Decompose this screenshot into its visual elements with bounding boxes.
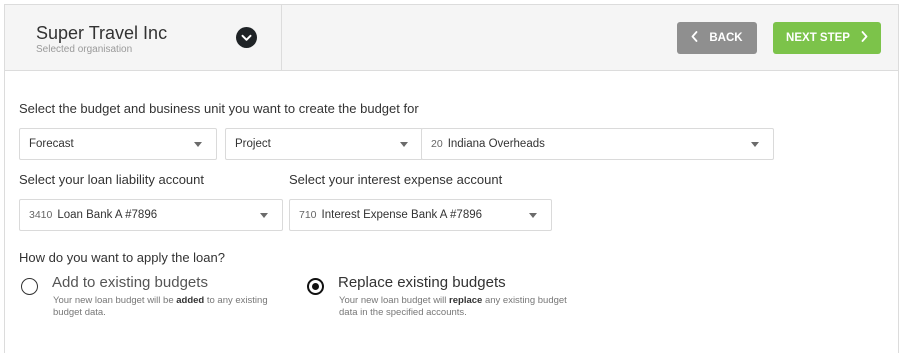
radio-replace-existing[interactable]	[307, 278, 324, 295]
chevron-down-icon[interactable]	[236, 27, 257, 48]
organisation-subtitle: Selected organisation	[36, 44, 133, 55]
unit-type-value: Project	[235, 138, 271, 150]
back-button[interactable]: BACK	[677, 22, 757, 54]
caret-down-icon	[529, 213, 537, 218]
loan-account-select[interactable]: 3410 Loan Bank A #7896	[19, 199, 283, 231]
organisation-selector[interactable]: Super Travel Inc Selected organisation	[5, 5, 282, 71]
business-unit-select[interactable]: 20 Indiana Overheads	[421, 128, 774, 160]
wizard-frame: Super Travel Inc Selected organisation B…	[4, 4, 899, 353]
budget-type-value: Forecast	[29, 138, 74, 150]
loan-account-label: Select your loan liability account	[19, 172, 204, 187]
caret-down-icon	[400, 142, 408, 147]
business-unit-name: Indiana Overheads	[447, 138, 545, 150]
option-title: Add to existing budgets	[52, 274, 208, 291]
option-description: Your new loan budget will replace any ex…	[339, 295, 567, 318]
option-replace-existing[interactable]: Replace existing budgets Your new loan b…	[307, 274, 577, 322]
header-bar: Super Travel Inc Selected organisation B…	[5, 5, 898, 71]
interest-account-select[interactable]: 710 Interest Expense Bank A #7896	[289, 199, 552, 231]
radio-add-existing[interactable]	[21, 278, 38, 295]
option-title: Replace existing budgets	[338, 274, 506, 291]
caret-down-icon	[751, 142, 759, 147]
chevron-right-icon	[861, 31, 868, 45]
loan-account-name: Loan Bank A #7896	[57, 209, 158, 221]
caret-down-icon	[194, 142, 202, 147]
next-step-label: NEXT STEP	[786, 32, 850, 44]
option-description: Your new loan budget will be added to an…	[53, 295, 268, 318]
interest-account-code: 710	[299, 209, 317, 221]
unit-type-select[interactable]: Project	[225, 128, 423, 160]
budget-section-label: Select the budget and business unit you …	[19, 101, 419, 116]
interest-account-name: Interest Expense Bank A #7896	[321, 209, 483, 221]
caret-down-icon	[260, 213, 268, 218]
chevron-left-icon	[691, 31, 698, 45]
option-add-existing[interactable]: Add to existing budgets Your new loan bu…	[21, 274, 281, 322]
next-step-button[interactable]: NEXT STEP	[773, 22, 881, 54]
loan-account-code: 3410	[29, 209, 53, 221]
apply-question: How do you want to apply the loan?	[19, 250, 225, 265]
business-unit-code: 20	[431, 138, 443, 150]
budget-type-select[interactable]: Forecast	[19, 128, 217, 160]
interest-account-label: Select your interest expense account	[289, 172, 503, 187]
back-label: BACK	[709, 32, 743, 44]
organisation-name: Super Travel Inc	[36, 23, 168, 43]
